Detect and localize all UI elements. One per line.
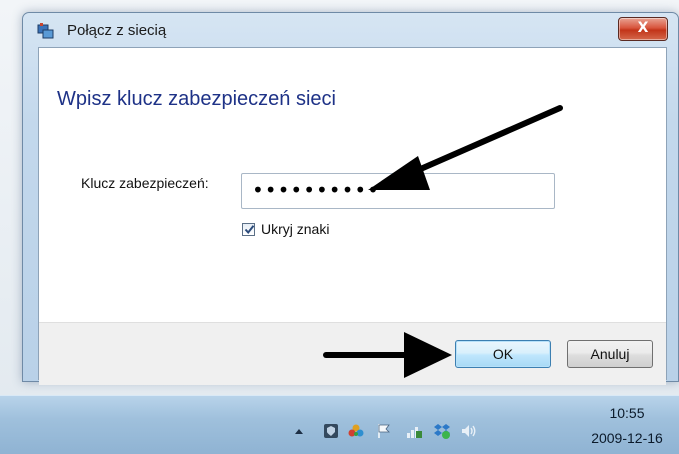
security-key-label: Klucz zabezpieczeń: <box>81 175 209 191</box>
checkmark-icon <box>244 225 255 235</box>
show-hidden-icons-icon[interactable] <box>290 422 308 440</box>
arrow-pointing-to-ok-icon <box>323 332 452 378</box>
window-title: Połącz z siecią <box>67 22 167 39</box>
cancel-button[interactable]: Anuluj <box>567 340 653 368</box>
ok-button[interactable]: OK <box>455 340 551 368</box>
clock-date[interactable]: 2009-12-16 <box>582 430 672 446</box>
dropbox-icon[interactable] <box>433 422 451 440</box>
network-connection-icon <box>37 22 55 40</box>
clock-time[interactable]: 10:55 <box>592 405 662 421</box>
close-button[interactable]: X <box>618 17 668 41</box>
flower-app-icon[interactable] <box>347 422 365 440</box>
volume-icon[interactable] <box>459 422 477 440</box>
page-title: Wpisz klucz zabezpieczeń sieci <box>57 88 336 110</box>
arrow-pointing-to-key-icon <box>368 105 563 190</box>
hide-characters-checkbox[interactable] <box>242 223 255 236</box>
action-center-flag-icon[interactable] <box>375 422 393 440</box>
hide-characters-label: Ukryj znaki <box>261 221 330 237</box>
network-icon[interactable] <box>405 422 423 440</box>
shield-app-icon[interactable] <box>322 422 340 440</box>
title-bar[interactable]: Połącz z siecią X <box>23 13 678 47</box>
